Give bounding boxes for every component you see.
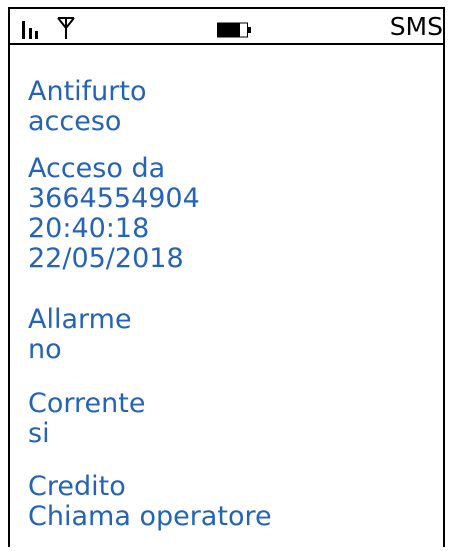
allarme-value: no xyxy=(28,334,62,365)
antifurto-label: Antifurto xyxy=(28,76,147,107)
antifurto-value: acceso xyxy=(28,106,122,137)
credito-value: Chiama operatore xyxy=(28,501,272,532)
acceso-da-time: 20:40:18 xyxy=(28,213,150,244)
phone-screen: SMS Antifurto acceso Acceso da 366455490… xyxy=(8,7,445,547)
battery-level xyxy=(217,23,240,37)
battery-icon xyxy=(217,22,251,38)
allarme-label: Allarme xyxy=(28,304,132,335)
corrente-label: Corrente xyxy=(28,388,146,419)
allarme-field: Allarme no xyxy=(28,305,132,365)
antifurto-field: Antifurto acceso xyxy=(28,77,147,137)
status-bar: SMS xyxy=(10,9,443,45)
credito-label: Credito xyxy=(28,471,126,502)
status-label: SMS xyxy=(389,12,443,41)
antenna-icon xyxy=(57,17,75,39)
acceso-da-date: 22/05/2018 xyxy=(28,243,184,274)
acceso-da-label: Acceso da xyxy=(28,153,166,184)
credito-field: Credito Chiama operatore xyxy=(28,472,272,532)
signal-bars-icon xyxy=(22,21,38,39)
corrente-field: Corrente si xyxy=(28,389,145,449)
corrente-value: si xyxy=(28,418,50,449)
acceso-da-number: 3664554904 xyxy=(28,183,200,214)
acceso-da-field: Acceso da 3664554904 20:40:18 22/05/2018 xyxy=(28,154,200,274)
